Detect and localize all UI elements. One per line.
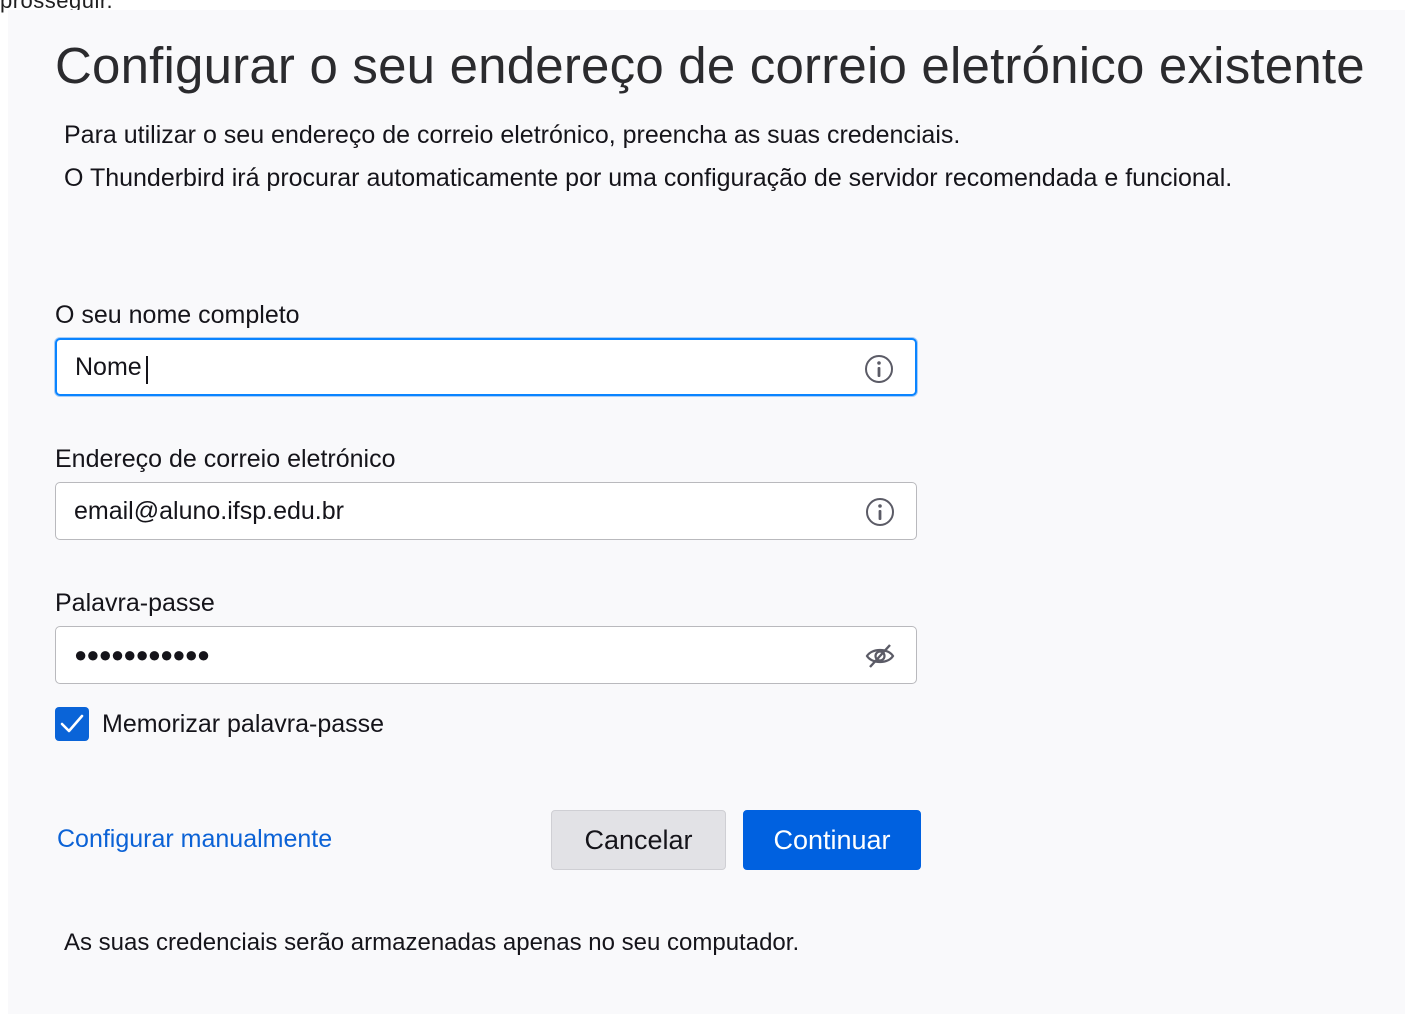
intro-text-line-1: Para utilizar o seu endereço de correio …	[64, 121, 961, 149]
remember-password-label[interactable]: Memorizar palavra-passe	[102, 710, 384, 739]
checkmark-icon	[60, 714, 84, 733]
full-name-field[interactable]	[55, 338, 917, 396]
remember-password-checkbox[interactable]	[55, 707, 89, 741]
configure-manually-link[interactable]: Configurar manualmente	[57, 825, 332, 854]
cancel-button[interactable]: Cancelar	[551, 810, 726, 870]
page-title: Configurar o seu endereço de correio ele…	[55, 37, 1365, 94]
info-icon[interactable]	[863, 353, 895, 385]
credentials-storage-note: As suas credenciais serão armazenadas ap…	[64, 929, 800, 956]
password-label: Palavra-passe	[55, 589, 215, 617]
password-field[interactable]	[55, 626, 917, 684]
continue-button[interactable]: Continuar	[743, 810, 921, 870]
full-name-input[interactable]	[75, 340, 835, 394]
email-label: Endereço de correio eletrónico	[55, 445, 396, 473]
email-field[interactable]	[55, 482, 917, 540]
password-input[interactable]	[74, 627, 834, 683]
full-name-label: O seu nome completo	[55, 301, 300, 329]
intro-text-line-2: O Thunderbird irá procurar automaticamen…	[64, 164, 1233, 192]
eye-slash-icon[interactable]	[864, 640, 896, 672]
text-caret	[146, 356, 148, 384]
info-icon[interactable]	[864, 496, 896, 528]
email-input[interactable]	[74, 483, 834, 539]
account-setup-panel: Configurar o seu endereço de correio ele…	[8, 10, 1405, 1014]
